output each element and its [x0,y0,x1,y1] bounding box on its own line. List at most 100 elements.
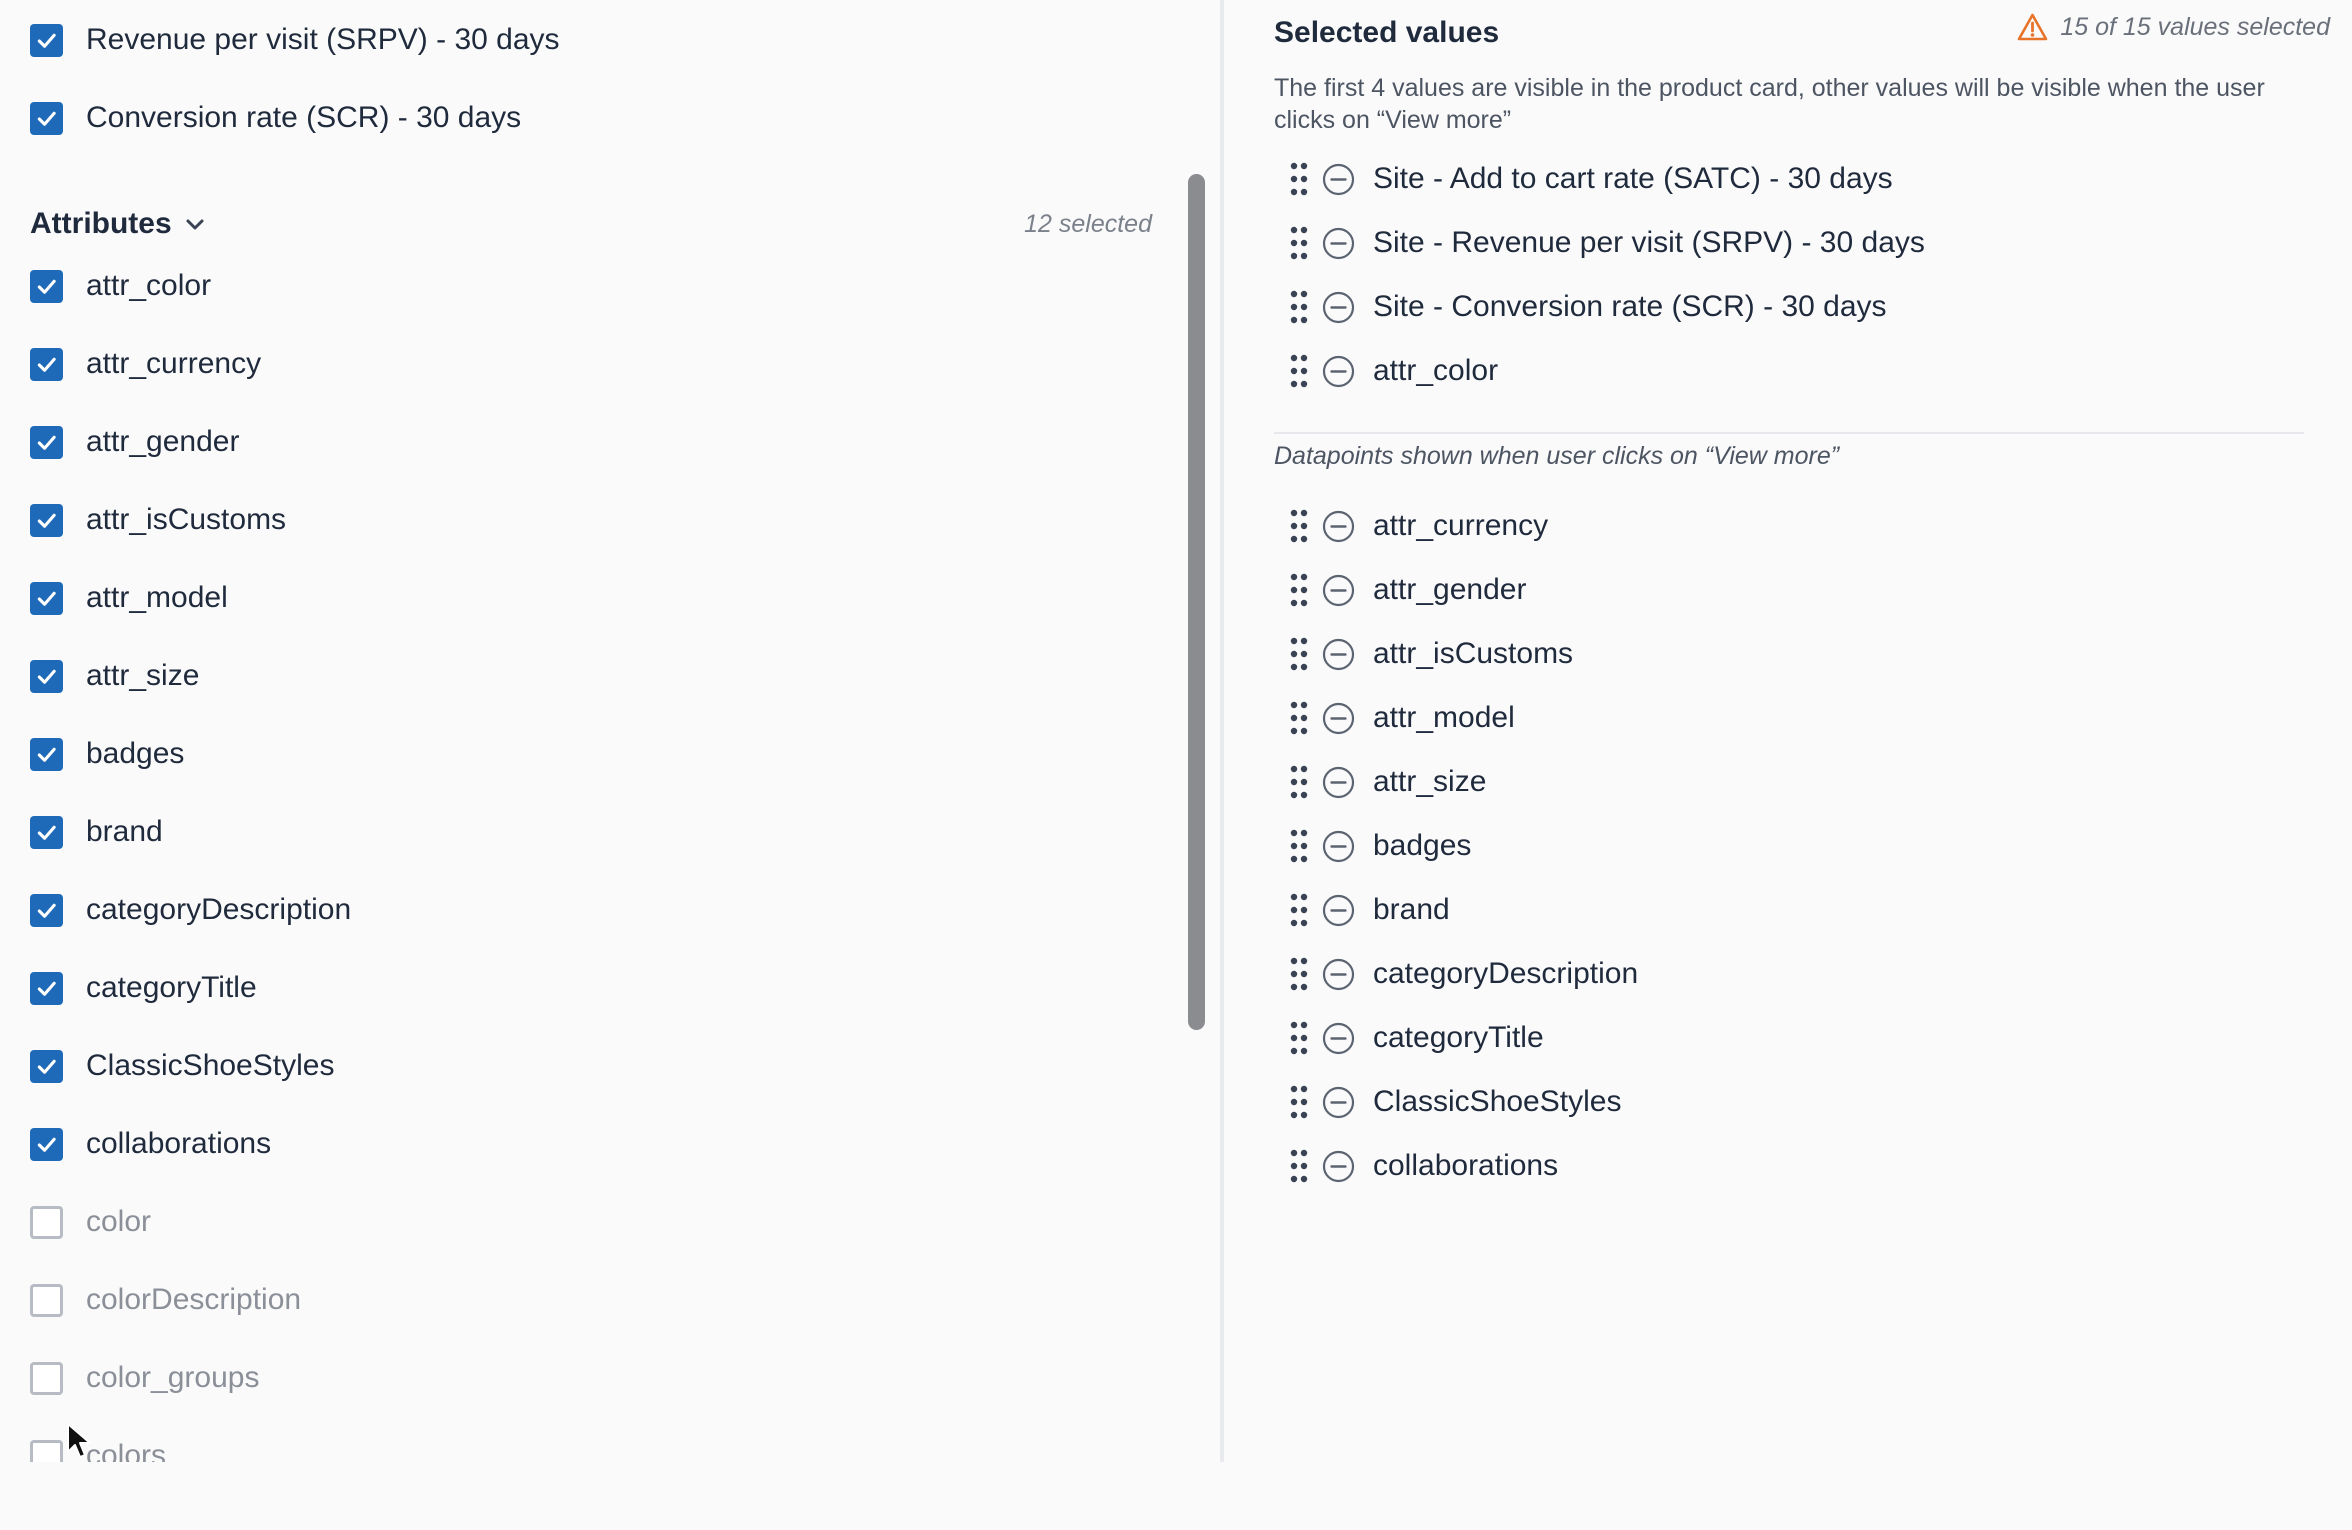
remove-value-icon[interactable] [1322,510,1355,543]
attribute-checkbox-row[interactable]: attr_gender [30,422,239,462]
checkbox-checked[interactable] [30,815,63,849]
selected-value-row: collaborations [1290,1144,1558,1188]
checkbox-checked[interactable] [30,269,63,303]
checkbox-checked[interactable] [30,1127,63,1161]
scrollbar-thumb[interactable] [1188,174,1205,1030]
drag-handle-icon[interactable] [1290,354,1308,388]
remove-value-icon[interactable] [1322,1086,1355,1119]
remove-value-icon[interactable] [1322,574,1355,607]
remove-value-icon[interactable] [1322,1022,1355,1055]
view-more-heading: Datapoints shown when user clicks on “Vi… [1274,442,1840,470]
drag-handle-icon[interactable] [1290,829,1308,863]
selected-value-label: attr_color [1373,354,1499,387]
selected-value-label: categoryDescription [1373,957,1639,990]
selected-value-label: ClassicShoeStyles [1373,1085,1622,1118]
chevron-down-icon[interactable] [184,213,206,235]
remove-value-icon[interactable] [1322,163,1355,196]
selected-value-label: brand [1373,893,1450,926]
remove-value-icon[interactable] [1322,766,1355,799]
checkbox-label: badges [86,737,185,770]
selected-value-row: Site - Conversion rate (SCR) - 30 days [1290,285,1887,329]
attribute-checkbox-row[interactable]: attr_color [30,266,211,306]
selected-value-label: categoryTitle [1373,1021,1544,1054]
selected-value-row: badges [1290,824,1471,868]
checkbox-checked[interactable] [30,101,63,135]
selected-values-title: Selected values [1274,16,1500,49]
remove-value-icon[interactable] [1322,702,1355,735]
check-icon [37,1137,56,1152]
drag-handle-icon[interactable] [1290,573,1308,607]
attribute-checkbox-row[interactable]: collaborations [30,1124,271,1164]
section-divider [1274,432,2304,434]
checkbox-checked[interactable] [30,581,63,615]
checkbox-label: attr_gender [86,425,240,458]
drag-handle-icon[interactable] [1290,1149,1308,1183]
checkbox-label: attr_size [86,659,200,692]
attribute-checkbox-row[interactable]: attr_currency [30,344,261,384]
checkbox-label: color_groups [86,1361,260,1394]
check-icon [37,279,56,294]
attribute-checkbox-row[interactable]: badges [30,734,184,774]
checkbox-label: ClassicShoeStyles [86,1049,335,1082]
remove-value-icon[interactable] [1322,894,1355,927]
attribute-checkbox-row[interactable]: colors [30,1436,166,1462]
checkbox-unchecked[interactable] [30,1439,63,1462]
checkbox-checked[interactable] [30,971,63,1005]
attribute-checkbox-row[interactable]: attr_isCustoms [30,500,286,540]
drag-handle-icon[interactable] [1290,765,1308,799]
attribute-checkbox-row[interactable]: brand [30,812,163,852]
remove-value-icon[interactable] [1322,1150,1355,1183]
drag-handle-icon[interactable] [1290,637,1308,671]
checkbox-unchecked[interactable] [30,1361,63,1395]
drag-handle-icon[interactable] [1290,1021,1308,1055]
drag-handle-icon[interactable] [1290,701,1308,735]
attribute-checkbox-row[interactable]: color_groups [30,1358,259,1398]
checkbox-label: attr_isCustoms [86,503,287,536]
checkbox-checked[interactable] [30,503,63,537]
remove-value-icon[interactable] [1322,355,1355,388]
drag-handle-icon[interactable] [1290,290,1308,324]
attribute-checkbox-row[interactable]: categoryDescription [30,890,351,930]
checkbox-label: attr_model [86,581,228,614]
metric-checkbox-row[interactable]: Conversion rate (SCR) - 30 days [30,98,521,138]
remove-value-icon[interactable] [1322,291,1355,324]
checkbox-checked[interactable] [30,893,63,927]
selected-value-label: Site - Add to cart rate (SATC) - 30 days [1373,162,1893,195]
warning-icon [2017,12,2048,43]
metric-checkbox-row[interactable]: Revenue per visit (SRPV) - 30 days [30,20,560,60]
checkbox-checked[interactable] [30,425,63,459]
check-icon [37,903,56,918]
drag-handle-icon[interactable] [1290,162,1308,196]
attribute-checkbox-row[interactable]: colorDescription [30,1280,301,1320]
attribute-checkbox-row[interactable]: attr_model [30,578,228,618]
checkbox-label: brand [86,815,163,848]
drag-handle-icon[interactable] [1290,509,1308,543]
attribute-selector: Revenue per visit (SRPV) - 30 days Conver… [0,0,2352,1530]
check-icon [37,357,56,372]
checkbox-checked[interactable] [30,659,63,693]
drag-handle-icon[interactable] [1290,893,1308,927]
selection-status-text: 15 of 15 values selected [2060,13,2330,41]
checkbox-checked[interactable] [30,23,63,57]
checkbox-checked[interactable] [30,737,63,771]
remove-value-icon[interactable] [1322,958,1355,991]
check-icon [37,747,56,762]
checkbox-unchecked[interactable] [30,1283,63,1317]
drag-handle-icon[interactable] [1290,957,1308,991]
attribute-checkbox-row[interactable]: categoryTitle [30,968,257,1008]
attribute-checkbox-row[interactable]: attr_size [30,656,199,696]
checkbox-checked[interactable] [30,347,63,381]
remove-value-icon[interactable] [1322,830,1355,863]
selected-value-label: attr_currency [1373,509,1549,542]
remove-value-icon[interactable] [1322,227,1355,260]
checkbox-checked[interactable] [30,1049,63,1083]
checkbox-unchecked[interactable] [30,1205,63,1239]
selected-value-row: ClassicShoeStyles [1290,1080,1621,1124]
attribute-checkbox-row[interactable]: ClassicShoeStyles [30,1046,334,1086]
drag-handle-icon[interactable] [1290,226,1308,260]
attributes-section-header[interactable]: Attributes 12 selected [30,202,1152,246]
attribute-checkbox-row[interactable]: color [30,1202,151,1242]
selected-value-label: attr_model [1373,701,1515,734]
drag-handle-icon[interactable] [1290,1085,1308,1119]
remove-value-icon[interactable] [1322,638,1355,671]
